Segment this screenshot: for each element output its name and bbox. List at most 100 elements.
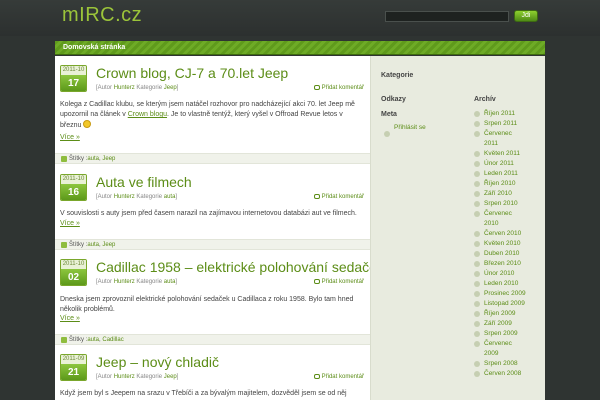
meta-prefix: [Autor (96, 279, 113, 285)
search-button[interactable]: Jdi (514, 10, 538, 22)
post-date-day: 16 (61, 184, 86, 200)
add-comment-link[interactable]: Přidat komentář (313, 194, 364, 200)
tag-link[interactable]: Jeep (102, 242, 115, 248)
post-date-month: 2011-10 (61, 175, 86, 184)
tag-link[interactable]: auta (87, 337, 99, 343)
meta-prefix: [Autor (96, 194, 113, 200)
meta-suffix: ] (176, 374, 179, 380)
nav-item-home[interactable]: Domovská stránka (63, 44, 125, 51)
post: 2011-10 02 Cadillac 1958 – elektrické po… (55, 250, 370, 350)
tags-label: Štítky : (69, 242, 88, 248)
archive-item[interactable]: Leden 2010 (474, 279, 544, 289)
author-link[interactable]: Hunterz (114, 85, 135, 91)
comment-icon (313, 279, 320, 284)
comment-icon (313, 194, 320, 199)
archive-item[interactable]: Duben 2010 (474, 249, 544, 259)
read-more-link[interactable]: Více » (60, 315, 80, 322)
category-link[interactable]: Jeep (164, 85, 177, 91)
archive-item[interactable]: Prosinec 2009 (474, 289, 544, 299)
meta-category-label: Kategorie (136, 374, 163, 380)
login-link[interactable]: Přihlásit se (384, 124, 426, 137)
add-comment-label: Přidat komentář (321, 85, 364, 91)
add-comment-label: Přidat komentář (321, 194, 364, 200)
post-date-day: 21 (61, 364, 86, 380)
meta-heading: Meta (381, 111, 397, 118)
archive-item[interactable]: Srpen 2008 (474, 359, 544, 369)
meta-prefix: [Autor (96, 374, 113, 380)
tags-label: Štítky : (69, 156, 88, 162)
post-excerpt: V souvislosti s auty jsem před časem nar… (60, 210, 357, 217)
post-meta: [Autor Hunterz Kategorie auta] (96, 194, 177, 200)
main-navigation: Domovská stránka (55, 41, 545, 55)
archive-item[interactable]: Říjen 2009 (474, 309, 544, 319)
archive-item[interactable]: Květen 2011 (474, 149, 544, 159)
archive-item[interactable]: Leden 2011 (474, 169, 544, 179)
post-excerpt: Dneska jsem zprovoznil elektrické poloho… (60, 296, 354, 313)
search-input[interactable] (385, 11, 509, 22)
post-title[interactable]: Crown blog, CJ-7 a 70.let Jeep (96, 65, 288, 81)
smiley-icon (83, 120, 92, 128)
add-comment-link[interactable]: Přidat komentář (313, 279, 364, 285)
post-meta: [Autor Hunterz Kategorie Jeep] (96, 85, 178, 91)
meta-suffix: ] (175, 194, 178, 200)
links-heading: Odkazy (381, 96, 406, 103)
archive-item[interactable]: Červenec 2010 (474, 209, 524, 229)
tag-link[interactable]: Jeep (102, 156, 115, 162)
author-link[interactable]: Hunterz (114, 279, 135, 285)
archive-item[interactable]: Červen 2010 (474, 229, 544, 239)
meta-suffix: ] (175, 279, 178, 285)
archive-item[interactable]: Říjen 2010 (474, 179, 544, 189)
post: 2011-09 21 Jeep – nový chladič [Autor Hu… (55, 345, 370, 400)
crown-blog-link[interactable]: Crown blogu (128, 111, 167, 118)
meta-prefix: [Autor (96, 85, 113, 91)
read-more-link[interactable]: Více » (60, 134, 80, 141)
archive-item[interactable]: Červenec 2009 (474, 339, 524, 359)
post: 2011-10 16 Auta ve filmech [Autor Hunter… (55, 165, 370, 255)
post-date-badge: 2011-09 21 (60, 354, 87, 381)
post-excerpt: Když jsem byl s Jeepem na srazu v Třebíč… (60, 390, 347, 397)
archive-item[interactable]: Srpen 2009 (474, 329, 544, 339)
author-link[interactable]: Hunterz (114, 374, 135, 380)
archive-item[interactable]: Červenec 2011 (474, 129, 524, 149)
archive-item[interactable]: Srpen 2011 (474, 119, 544, 129)
post: 2011-10 17 Crown blog, CJ-7 a 70.let Jee… (55, 56, 370, 168)
category-link[interactable]: auta (164, 194, 176, 200)
add-comment-link[interactable]: Přidat komentář (313, 85, 364, 91)
tag-icon (61, 156, 67, 162)
post-date-month: 2011-10 (61, 66, 86, 75)
post-tags: Štítky :auta, Cadillac (55, 334, 370, 345)
tag-link[interactable]: auta (87, 156, 99, 162)
site-logo[interactable]: mIRC.cz (62, 4, 142, 27)
post-title[interactable]: Cadillac 1958 – elektrické polohování se… (96, 259, 370, 275)
comment-icon (313, 85, 320, 90)
page-container: 2011-10 17 Crown blog, CJ-7 a 70.let Jee… (55, 56, 545, 400)
archive-item[interactable]: Listopad 2009 (474, 299, 544, 309)
post-date-month: 2011-09 (61, 355, 86, 364)
author-link[interactable]: Hunterz (114, 194, 135, 200)
add-comment-label: Přidat komentář (321, 374, 364, 380)
post-date-day: 17 (61, 75, 86, 91)
archive-item[interactable]: Září 2010 (474, 189, 544, 199)
post-title[interactable]: Auta ve filmech (96, 174, 192, 190)
post-date-day: 02 (61, 269, 86, 285)
archive-item[interactable]: Červen 2008 (474, 369, 544, 379)
tag-link[interactable]: auta (87, 242, 99, 248)
archive-item[interactable]: Říjen 2011 (474, 109, 544, 119)
archive-item[interactable]: Září 2009 (474, 319, 544, 329)
add-comment-link[interactable]: Přidat komentář (313, 374, 364, 380)
tag-link[interactable]: Cadillac (102, 337, 123, 343)
sidebar: Kategorie Odkazy Meta Přihlásit se Archí… (370, 56, 545, 400)
archive-item[interactable]: Březen 2010 (474, 259, 544, 269)
archive-item[interactable]: Srpen 2010 (474, 199, 544, 209)
post-meta: [Autor Hunterz Kategorie auta] (96, 279, 177, 285)
category-link[interactable]: Jeep (164, 374, 177, 380)
archive-item[interactable]: Květen 2010 (474, 239, 544, 249)
read-more-link[interactable]: Více » (60, 220, 80, 227)
archive-item[interactable]: Únor 2010 (474, 269, 544, 279)
add-comment-label: Přidat komentář (321, 279, 364, 285)
archive-list: Říjen 2011 Srpen 2011 Červenec 2011 Květ… (474, 109, 544, 379)
meta-category-label: Kategorie (136, 194, 163, 200)
archive-item[interactable]: Únor 2011 (474, 159, 544, 169)
post-title[interactable]: Jeep – nový chladič (96, 354, 219, 370)
category-link[interactable]: auta (164, 279, 176, 285)
